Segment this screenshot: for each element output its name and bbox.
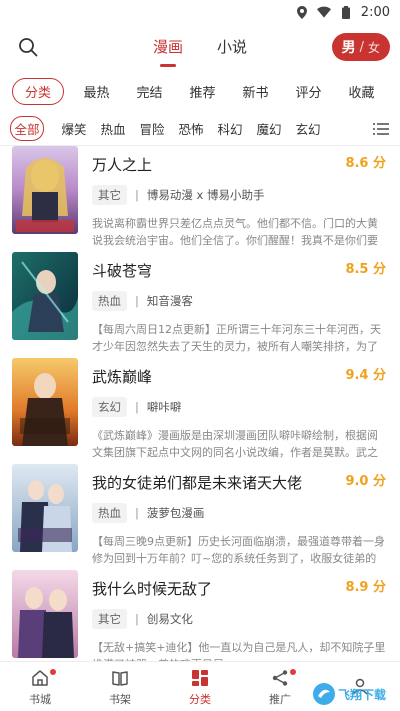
category-chip-new[interactable]: 新书 xyxy=(229,82,282,101)
book-description: 【无敌+搞笑+迪化】他一直以为自己是凡人，却不知院子里堆满了神器，养的鸡更是凤… xyxy=(92,641,386,661)
wifi-icon xyxy=(316,5,331,19)
search-button[interactable] xyxy=(16,35,40,59)
category-chip-favorites[interactable]: 收藏 xyxy=(335,82,388,101)
genre-chip[interactable]: 玄幻 xyxy=(290,119,326,138)
watermark-text: 飞翔下载 xyxy=(338,687,387,702)
list-item[interactable]: 斗破苍穹 8.5 分 热血 | 知音漫客 【每周六周日12点更新】正所谓三十年河… xyxy=(0,246,400,352)
notification-dot xyxy=(290,669,296,675)
category-chip-completed[interactable]: 完结 xyxy=(123,82,176,101)
status-bar: 2:00 xyxy=(0,0,400,24)
book-title[interactable]: 我什么时候无敌了 xyxy=(92,578,386,599)
book-list: 万人之上 8.6 分 其它 | 博易动漫 x 博易小助手 我说离称霸世界只差亿点… xyxy=(0,140,400,661)
list-item[interactable]: 万人之上 8.6 分 其它 | 博易动漫 x 博易小助手 我说离称霸世界只差亿点… xyxy=(0,140,400,246)
genre-chip-all[interactable]: 全部 xyxy=(10,116,44,141)
book-cover[interactable] xyxy=(12,146,78,234)
book-cover[interactable] xyxy=(12,358,78,446)
book-score: 8.5 分 xyxy=(345,262,386,277)
book-title[interactable]: 我的女徒弟们都是未来诸天大佬 xyxy=(92,472,386,493)
book-score: 8.6 分 xyxy=(345,156,386,171)
book-title[interactable]: 万人之上 xyxy=(92,154,386,175)
book-cover[interactable] xyxy=(12,464,78,552)
book-description: 我说离称霸世界只差亿点点灵气。他们都不信。门口的大黄说我会统治宇宙。他们全信了。… xyxy=(92,217,378,246)
category-chip-classify[interactable]: 分类 xyxy=(12,77,65,105)
book-score: 9.0 分 xyxy=(345,474,386,489)
nav-label: 书城 xyxy=(29,692,51,706)
nav-category[interactable]: 分类 xyxy=(160,662,240,711)
status-time: 2:00 xyxy=(360,4,390,20)
genre-chip[interactable]: 魔幻 xyxy=(251,119,287,138)
book-author: 噼咔噼 xyxy=(146,400,182,414)
genre-chip[interactable]: 恐怖 xyxy=(173,119,209,138)
gender-separator: / xyxy=(359,39,364,55)
genre-chip[interactable]: 爆笑 xyxy=(56,119,92,138)
nav-bookstore[interactable]: 书城 xyxy=(0,662,80,711)
book-author: 知音漫客 xyxy=(146,294,193,308)
book-description: 《武炼巅峰》漫画版是由深圳漫画团队噼咔噼绘制，根据阅文集团旗下起点中文网的同名小… xyxy=(92,429,378,458)
list-item[interactable]: 我的女徒弟们都是未来诸天大佬 9.0 分 热血 | 菠萝包漫画 【每周三晚9点更… xyxy=(0,458,400,564)
watermark-icon xyxy=(313,683,335,705)
book-score: 9.4 分 xyxy=(345,368,386,383)
nav-label: 分类 xyxy=(189,692,211,706)
tab-novels[interactable]: 小说 xyxy=(217,36,247,59)
book-description: 【每周六周日12点更新】正所谓三十年河东三十年河西，天才少年因忽然失去了天生的灵… xyxy=(92,323,381,352)
book-author: 创易文化 xyxy=(146,612,193,626)
meta-divider: | xyxy=(135,506,139,520)
list-item[interactable]: 我什么时候无敌了 8.9 分 其它 | 创易文化 【无敌+搞笑+迪化】他一直以为… xyxy=(0,564,400,661)
book-author: 菠萝包漫画 xyxy=(146,506,205,520)
gender-toggle[interactable]: 男 / 女 xyxy=(331,33,390,61)
book-cover[interactable] xyxy=(12,252,78,340)
watermark-logo: 飞翔下载 xyxy=(312,679,394,709)
genre-chip[interactable]: 科幻 xyxy=(212,119,248,138)
book-cover[interactable] xyxy=(12,570,78,658)
nav-label: 推广 xyxy=(269,692,291,706)
category-chip-recommended[interactable]: 推荐 xyxy=(176,82,229,101)
home-icon xyxy=(29,667,51,689)
book-genre-tag: 热血 xyxy=(92,503,127,523)
book-genre-tag: 玄幻 xyxy=(92,397,127,417)
tab-comics[interactable]: 漫画 xyxy=(153,36,183,59)
category-chip-hottest[interactable]: 最热 xyxy=(70,82,123,101)
search-icon xyxy=(19,38,38,57)
genre-chip[interactable]: 冒险 xyxy=(134,119,170,138)
top-bar: 漫画 小说 男 / 女 xyxy=(0,24,400,70)
nav-promote[interactable]: 推广 xyxy=(240,662,320,711)
list-view-icon[interactable] xyxy=(372,120,390,138)
meta-divider: | xyxy=(135,294,139,308)
book-score: 8.9 分 xyxy=(345,580,386,595)
bookshelf-icon xyxy=(109,667,131,689)
genre-chip[interactable]: 热血 xyxy=(95,119,131,138)
meta-divider: | xyxy=(135,188,139,202)
location-icon xyxy=(295,5,309,19)
notification-dot xyxy=(50,669,56,675)
meta-divider: | xyxy=(135,400,139,414)
book-description: 【每周三晚9点更新】历史长河面临崩溃，最强道尊带着一身修为回到十万年前？叮~您的… xyxy=(92,535,385,564)
category-icon xyxy=(189,667,211,689)
gender-female[interactable]: 女 xyxy=(368,39,380,56)
meta-divider: | xyxy=(135,612,139,626)
category-filter-row: 分类 最热 完结 推荐 新书 评分 收藏 xyxy=(0,74,400,108)
battery-icon xyxy=(339,5,353,19)
book-genre-tag: 其它 xyxy=(92,609,127,629)
share-icon xyxy=(269,667,291,689)
nav-label: 书架 xyxy=(109,692,131,706)
book-genre-tag: 热血 xyxy=(92,291,127,311)
book-title[interactable]: 武炼巅峰 xyxy=(92,366,386,387)
book-title[interactable]: 斗破苍穹 xyxy=(92,260,386,281)
list-item[interactable]: 武炼巅峰 9.4 分 玄幻 | 噼咔噼 《武炼巅峰》漫画版是由深圳漫画团队噼咔噼… xyxy=(0,352,400,458)
book-genre-tag: 其它 xyxy=(92,185,127,205)
category-chip-rating[interactable]: 评分 xyxy=(282,82,335,101)
book-author: 博易动漫 x 博易小助手 xyxy=(146,188,265,202)
gender-male[interactable]: 男 xyxy=(342,37,356,57)
nav-bookshelf[interactable]: 书架 xyxy=(80,662,160,711)
